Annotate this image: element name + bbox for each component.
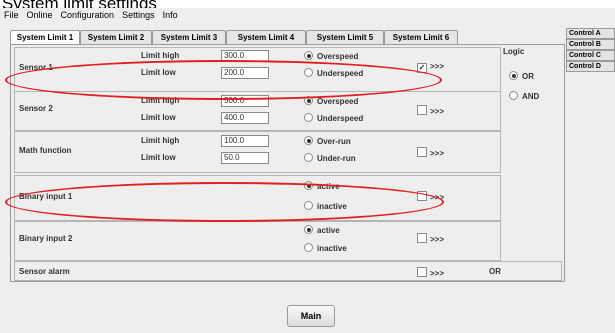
binary-2-checkbox[interactable]: >>> — [417, 233, 444, 244]
radio-selected-icon — [304, 136, 313, 145]
sensor-2-label: Sensor 2 — [19, 104, 53, 113]
checkbox-empty-icon — [417, 267, 427, 277]
sensor-alarm-group: Sensor alarm >>> OR — [14, 261, 562, 281]
math-checkbox[interactable]: >>> — [417, 147, 444, 158]
math-arrows: >>> — [430, 149, 445, 158]
sensor-alarm-arrows: >>> — [430, 269, 445, 278]
logic-and-radio[interactable]: AND — [509, 91, 539, 101]
menu-configuration[interactable]: Configuration — [61, 10, 115, 20]
radio-empty-icon — [509, 91, 518, 100]
checkbox-empty-icon — [417, 233, 427, 243]
limit-high-label: Limit high — [141, 51, 180, 60]
sensor-2-overspeed-label: Overspeed — [317, 97, 359, 106]
sensor-2-checkbox[interactable]: >>> — [417, 105, 444, 116]
binary-2-inactive-radio[interactable]: inactive — [304, 243, 347, 253]
tab-system-limit-5[interactable]: System Limit 5 — [306, 30, 384, 44]
logic-or-radio[interactable]: OR — [509, 71, 534, 81]
tab-system-limit-2[interactable]: System Limit 2 — [80, 30, 152, 44]
control-a-button[interactable]: Control A — [566, 28, 615, 39]
limit-low-label: Limit low — [141, 113, 176, 122]
math-over-run-label: Over-run — [317, 137, 351, 146]
highlight-ellipse-binary-input-1 — [5, 182, 444, 222]
control-b-button[interactable]: Control B — [566, 39, 615, 50]
binary-2-active-radio[interactable]: active — [304, 225, 340, 235]
highlight-ellipse-sensor-1 — [5, 60, 442, 100]
menu-online[interactable]: Online — [27, 10, 53, 20]
math-function-group: Math function Limit high Limit low 100.0… — [14, 131, 501, 173]
sensor-2-arrows: >>> — [430, 107, 445, 116]
tab-system-limit-1[interactable]: System Limit 1 — [10, 30, 80, 45]
sensor-2-underspeed-label: Underspeed — [317, 114, 364, 123]
math-under-run-label: Under-run — [317, 154, 356, 163]
tab-system-limit-6[interactable]: System Limit 6 — [384, 30, 458, 44]
menu-bar: File Online Configuration Settings Info — [0, 8, 615, 22]
logic-group: Logic OR AND — [499, 47, 561, 133]
binary-2-active-label: active — [317, 226, 340, 235]
sensor-2-underspeed-radio[interactable]: Underspeed — [304, 113, 363, 123]
radio-selected-icon — [304, 225, 313, 234]
control-d-button[interactable]: Control D — [566, 61, 615, 72]
tab-system-limit-4[interactable]: System Limit 4 — [226, 30, 306, 44]
radio-selected-icon — [509, 71, 518, 80]
binary-2-inactive-label: inactive — [317, 244, 347, 253]
menu-info[interactable]: Info — [163, 10, 178, 20]
sensor-1-overspeed-radio[interactable]: Overspeed — [304, 51, 358, 61]
radio-selected-icon — [304, 51, 313, 60]
control-button-column: Control A Control B Control C Control D — [566, 28, 615, 72]
sensor-alarm-checkbox[interactable]: >>> — [417, 267, 444, 278]
sensor-1-arrows: >>> — [430, 62, 445, 71]
radio-empty-icon — [304, 153, 313, 162]
math-limit-high-input[interactable]: 100.0 — [221, 135, 269, 147]
math-function-label: Math function — [19, 146, 72, 155]
sensor-alarm-label: Sensor alarm — [19, 267, 70, 276]
logic-title: Logic — [503, 47, 525, 56]
binary-input-2-label: Binary input 2 — [19, 234, 73, 243]
control-c-button[interactable]: Control C — [566, 50, 615, 61]
menu-file[interactable]: File — [4, 10, 19, 20]
limit-low-label: Limit low — [141, 153, 176, 162]
math-limit-low-input[interactable]: 50.0 — [221, 152, 269, 164]
checkbox-empty-icon — [417, 147, 427, 157]
sensor-1-overspeed-label: Overspeed — [317, 52, 359, 61]
tab-system-limit-3[interactable]: System Limit 3 — [152, 30, 226, 44]
checkbox-empty-icon — [417, 105, 427, 115]
menu-settings[interactable]: Settings — [122, 10, 155, 20]
limit-high-label: Limit high — [141, 136, 180, 145]
math-under-run-radio[interactable]: Under-run — [304, 153, 356, 163]
binary-input-2-group: Binary input 2 active inactive >>> — [14, 221, 501, 261]
radio-empty-icon — [304, 243, 313, 252]
sensor-alarm-logic-value: OR — [489, 267, 501, 276]
logic-or-label: OR — [522, 72, 534, 81]
math-over-run-radio[interactable]: Over-run — [304, 136, 351, 146]
logic-and-label: AND — [522, 92, 540, 101]
application-window: File Online Configuration Settings Info Syst… — [0, 8, 615, 333]
binary-2-arrows: >>> — [430, 235, 445, 244]
sensor-2-limit-low-input[interactable]: 400.0 — [221, 112, 269, 124]
main-button[interactable]: Main — [287, 305, 335, 327]
radio-empty-icon — [304, 113, 313, 122]
